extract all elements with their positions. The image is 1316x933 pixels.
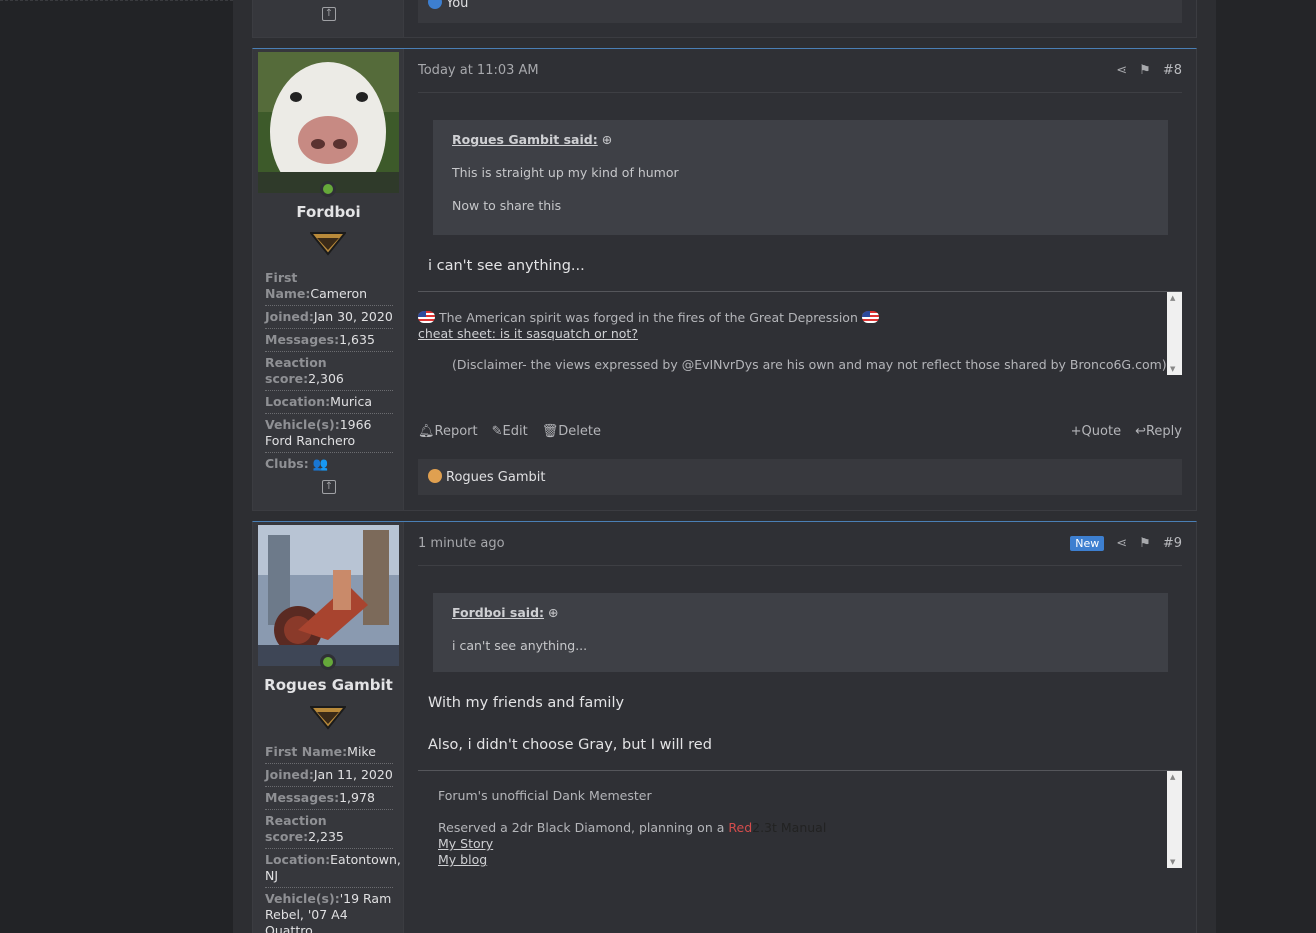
scroll-up-icon[interactable]: ↑ [322, 7, 336, 21]
reaction-user[interactable]: You [446, 0, 468, 11]
delete-button[interactable]: 🗑︎Delete [542, 424, 601, 439]
bookmark-icon[interactable]: ⚑ [1139, 63, 1151, 78]
signature-line: Forum's unofficial Dank Memester [438, 788, 652, 803]
fact-first-name: First Name:Cameron [265, 267, 393, 306]
reaction-bar: Rogues Gambit [418, 459, 1182, 495]
post-body-line: With my friends and family [428, 695, 625, 711]
quote-button[interactable]: +Quote [1071, 424, 1121, 439]
signature-manual-text: Manual [780, 820, 827, 835]
post-body: i can't see anything... [428, 258, 585, 274]
fact-location: Location:Murica [265, 391, 393, 414]
user-facts: First Name:Cameron Joined:Jan 30, 2020 M… [265, 267, 393, 475]
signature-link-blog[interactable]: My blog [438, 852, 487, 867]
quote-arrow-icon[interactable]: ⊕ [602, 132, 612, 147]
bell-icon: 🔔︎ [418, 424, 435, 439]
reply-button[interactable]: ↩Reply [1135, 424, 1182, 439]
post-9: Rogues Gambit First Name:Mike Joined:Jan… [252, 521, 1197, 933]
fact-vehicles: Vehicle(s):'19 Ram Rebel, '07 A4 Quattro [265, 888, 393, 933]
left-gutter [0, 0, 233, 933]
share-icon[interactable]: ⋖ [1116, 63, 1127, 78]
rank-badge-icon [310, 232, 346, 256]
signature-link[interactable]: cheat sheet: is it sasquatch or not? [418, 326, 638, 341]
quote-line: i can't see anything... [452, 638, 588, 653]
fact-joined: Joined:Jan 30, 2020 [265, 306, 393, 329]
bookmark-icon[interactable]: ⚑ [1139, 536, 1151, 551]
quote-line: This is straight up my kind of humor [452, 165, 679, 180]
signature-line: The American spirit was forged in the fi… [438, 310, 858, 325]
post-body-line: Also, i didn't choose Gray, but I will r… [428, 737, 712, 753]
haha-icon [428, 469, 442, 483]
fact-location: Location:Eatontown, NJ [265, 849, 401, 888]
fact-vehicles: Vehicle(s):1966 Ford Ranchero [265, 414, 393, 453]
post-number[interactable]: #8 [1163, 63, 1182, 78]
signature-red-text: Red [728, 820, 753, 835]
quote-arrow-icon[interactable]: ⊕ [548, 605, 558, 620]
post-date[interactable]: Today at 11:03 AM [418, 63, 539, 78]
signature-scrollbar[interactable] [1167, 771, 1182, 868]
quote-block: Rogues Gambit said: ⊕ This is straight u… [433, 120, 1168, 235]
previous-post: ↑ You [252, 0, 1197, 38]
fact-reaction-score: Reaction score:2,235 [265, 810, 393, 849]
signature: The American spirit was forged in the fi… [418, 291, 1182, 375]
avatar[interactable] [258, 525, 399, 666]
signature-line: Reserved a 2dr Black Diamond, planning o… [438, 820, 827, 835]
signature-link-story[interactable]: My Story [438, 836, 493, 851]
quote-block: Fordboi said: ⊕ i can't see anything... [433, 593, 1168, 672]
post-meta: Today at 11:03 AM ⋖ ⚑ #8 [418, 63, 1182, 93]
signature: Forum's unofficial Dank Memester Reserve… [418, 770, 1182, 868]
post-date[interactable]: 1 minute ago [418, 536, 505, 551]
quote-author[interactable]: Rogues Gambit said: [452, 132, 598, 147]
online-status-icon [320, 181, 336, 197]
share-icon[interactable]: ⋖ [1116, 536, 1127, 551]
reaction-bar: You [418, 0, 1182, 23]
fact-messages: Messages:1,635 [265, 329, 393, 352]
like-icon [428, 0, 442, 9]
quote-line: Now to share this [452, 198, 562, 213]
signature-disclaimer: (Disclaimer- the views expressed by @EvI… [452, 357, 1167, 372]
reply-icon: ↩ [1135, 424, 1146, 439]
scroll-up-icon[interactable]: ↑ [322, 480, 336, 494]
username[interactable]: Fordboi [253, 203, 404, 221]
trash-icon: 🗑︎ [541, 424, 559, 439]
post-meta: 1 minute ago New ⋖ ⚑ #9 [418, 536, 1182, 566]
user-panel: Rogues Gambit First Name:Mike Joined:Jan… [253, 522, 404, 933]
avatar[interactable] [258, 52, 399, 193]
right-gutter [1216, 0, 1316, 933]
report-button[interactable]: 🔔︎Report [418, 424, 478, 439]
plus-icon: + [1070, 424, 1082, 439]
us-flag-icon [418, 311, 435, 323]
fact-messages: Messages:1,978 [265, 787, 393, 810]
pencil-icon: ✎ [491, 424, 503, 439]
us-flag-icon [861, 311, 879, 323]
username[interactable]: Rogues Gambit [253, 676, 404, 694]
fact-joined: Joined:Jan 11, 2020 [265, 764, 393, 787]
edit-button[interactable]: ✎Edit [492, 424, 528, 439]
previous-post-user-panel: ↑ [253, 0, 404, 37]
rank-badge-icon [310, 706, 346, 730]
signature-scrollbar[interactable] [1167, 292, 1182, 375]
user-facts: First Name:Mike Joined:Jan 11, 2020 Mess… [265, 741, 401, 933]
new-badge: New [1070, 536, 1105, 551]
fact-first-name: First Name:Mike [265, 741, 393, 764]
post-8: Fordboi First Name:Cameron Joined:Jan 30… [252, 48, 1197, 511]
clubs-icon[interactable]: 👥 [313, 456, 329, 471]
post-number[interactable]: #9 [1163, 536, 1182, 551]
online-status-icon [320, 654, 336, 670]
fact-reaction-score: Reaction score:2,306 [265, 352, 393, 391]
fact-clubs: Clubs: 👥 [265, 456, 329, 471]
signature-engine-text: 2.3t [752, 820, 777, 835]
quote-author[interactable]: Fordboi said: [452, 605, 544, 620]
user-panel: Fordboi First Name:Cameron Joined:Jan 30… [253, 49, 404, 510]
reaction-user[interactable]: Rogues Gambit [446, 470, 545, 485]
